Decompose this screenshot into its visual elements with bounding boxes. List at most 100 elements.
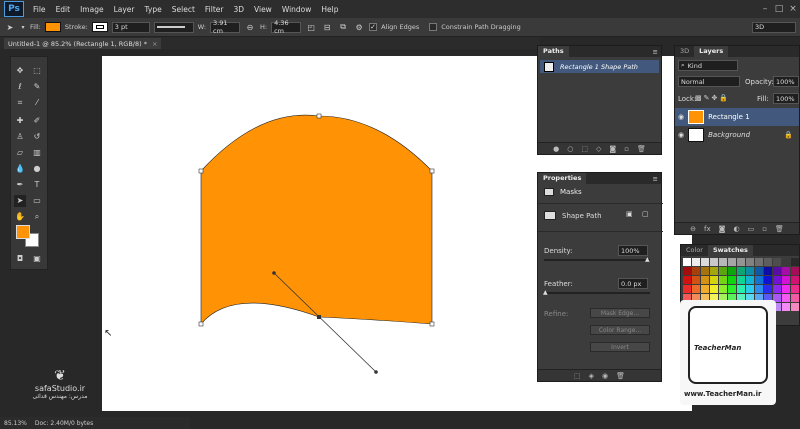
stroke-size-field[interactable]: 3 pt — [111, 21, 150, 33]
tab-swatches[interactable]: Swatches — [707, 245, 753, 256]
tab-properties[interactable]: Properties — [538, 173, 587, 184]
hand-tool-icon[interactable]: ✋ — [14, 211, 26, 223]
new-path-icon[interactable]: ▫ — [624, 145, 629, 153]
lasso-tool-icon[interactable]: ℓ — [14, 81, 26, 93]
color-swatch[interactable] — [737, 276, 745, 284]
color-swatch[interactable] — [746, 276, 754, 284]
color-swatch[interactable] — [737, 285, 745, 293]
close-tab-icon[interactable]: × — [152, 40, 157, 48]
color-swatch[interactable] — [791, 267, 799, 275]
foreground-color-swatch[interactable] — [16, 225, 30, 239]
color-swatch[interactable] — [764, 258, 772, 266]
color-swatch[interactable] — [782, 258, 790, 266]
panel-menu-icon[interactable]: ≡ — [653, 175, 661, 183]
panel-menu-icon[interactable]: ≡ — [653, 48, 661, 56]
fill-swatch[interactable] — [44, 22, 61, 32]
eye-icon[interactable]: ◉ — [678, 113, 684, 121]
history-brush-icon[interactable]: ↺ — [31, 131, 43, 143]
color-swatch[interactable] — [710, 258, 718, 266]
color-swatch[interactable] — [710, 276, 718, 284]
stroke-type-dropdown[interactable] — [153, 21, 194, 33]
menu-edit[interactable]: Edit — [51, 5, 76, 14]
maximize-button[interactable]: □ — [772, 4, 786, 14]
menu-file[interactable]: File — [28, 5, 51, 14]
color-swatch[interactable] — [701, 285, 709, 293]
path-operations-icon[interactable]: ◰ — [305, 23, 317, 32]
gear-icon[interactable]: ⚙ — [353, 23, 365, 32]
color-swatch[interactable] — [692, 267, 700, 275]
load-selection-icon[interactable]: ⬚ — [574, 372, 581, 380]
color-swatch[interactable] — [692, 276, 700, 284]
menu-window[interactable]: Window — [277, 5, 317, 14]
move-tool-icon[interactable]: ✥ — [14, 65, 26, 77]
color-swatch[interactable] — [791, 276, 799, 284]
marquee-tool-icon[interactable]: ⬚ — [31, 65, 43, 77]
color-swatch[interactable] — [755, 258, 763, 266]
fx-icon[interactable]: fx — [704, 225, 711, 233]
type-tool-icon[interactable]: T — [31, 179, 43, 191]
height-field[interactable]: 4.36 cm — [271, 19, 302, 35]
stroke-swatch[interactable] — [91, 22, 108, 32]
eyedropper-tool-icon[interactable]: ⁄ — [31, 97, 43, 109]
color-swatch[interactable] — [701, 258, 709, 266]
add-mask-icon[interactable]: ◙ — [719, 225, 726, 233]
pen-tool-icon[interactable]: ✒ — [14, 179, 26, 191]
color-swatch[interactable] — [683, 267, 691, 275]
color-swatch[interactable] — [746, 258, 754, 266]
screen-mode-icon[interactable]: ▣ — [31, 253, 43, 265]
color-swatch[interactable] — [746, 267, 754, 275]
slider-thumb-icon[interactable]: ▲ — [645, 256, 650, 263]
align-edges-checkbox[interactable]: ✓ — [369, 23, 378, 31]
zoom-level[interactable]: 85.13% — [4, 420, 27, 427]
trash-icon[interactable]: 🗑 — [616, 372, 625, 380]
eye-icon[interactable]: ◉ — [678, 131, 684, 139]
tab-3d[interactable]: 3D — [675, 46, 694, 57]
clone-stamp-icon[interactable]: ♙ — [14, 131, 26, 143]
path-item[interactable]: Rectangle 1 Shape Path — [540, 60, 659, 73]
doc-info[interactable]: Doc: 2.40M/0 bytes — [35, 420, 93, 427]
color-swatch[interactable] — [791, 258, 799, 266]
color-swatch[interactable] — [728, 285, 736, 293]
color-swatch[interactable] — [782, 303, 790, 311]
color-swatch[interactable] — [764, 285, 772, 293]
document-tab[interactable]: Untitled-1 @ 85.2% (Rectangle 1, RGB/8) … — [4, 38, 162, 49]
width-field[interactable]: 3.91 cm — [210, 19, 241, 35]
lock-icons[interactable]: ▩✎✥🔒 — [695, 94, 730, 102]
color-swatch[interactable] — [737, 267, 745, 275]
color-swatch[interactable] — [728, 267, 736, 275]
layer-row[interactable]: ◉ Background 🔒 — [675, 126, 799, 144]
eye-icon[interactable]: ◉ — [602, 372, 608, 380]
color-swatch[interactable] — [773, 276, 781, 284]
workspace-dropdown[interactable]: 3D — [752, 21, 796, 33]
color-swatch[interactable] — [719, 258, 727, 266]
path-arrangement-icon[interactable]: ⧉ — [337, 22, 349, 32]
color-swatch[interactable] — [773, 267, 781, 275]
menu-type[interactable]: Type — [140, 5, 167, 14]
brush-tool-icon[interactable]: ✐ — [31, 115, 43, 127]
minimize-button[interactable]: – — [758, 4, 772, 14]
link-icon[interactable]: ⊖ — [690, 225, 696, 233]
color-swatch[interactable] — [755, 276, 763, 284]
color-swatch[interactable] — [782, 294, 790, 302]
menu-3d[interactable]: 3D — [228, 5, 249, 14]
color-swatch[interactable] — [773, 285, 781, 293]
close-button[interactable]: × — [786, 4, 800, 14]
color-swatch[interactable] — [782, 276, 790, 284]
color-swatch[interactable] — [728, 276, 736, 284]
eraser-tool-icon[interactable]: ▱ — [14, 147, 26, 159]
load-selection-icon[interactable]: ⬚ — [581, 145, 588, 153]
path-selection-tool-icon[interactable]: ➤ — [4, 23, 16, 32]
healing-brush-icon[interactable]: ✚ — [14, 115, 26, 127]
color-swatch[interactable] — [791, 285, 799, 293]
invert-button[interactable]: Invert — [590, 342, 650, 352]
crop-tool-icon[interactable]: ⌗ — [14, 97, 26, 109]
link-icon[interactable]: ⊖ — [244, 23, 256, 32]
tab-paths[interactable]: Paths — [538, 46, 569, 57]
menu-select[interactable]: Select — [167, 5, 200, 14]
blur-tool-icon[interactable]: 💧 — [14, 163, 26, 175]
color-swatch[interactable] — [782, 267, 790, 275]
new-layer-icon[interactable]: ▫ — [762, 225, 767, 233]
constrain-path-checkbox[interactable] — [429, 23, 438, 31]
trash-icon[interactable]: 🗑 — [775, 225, 784, 233]
color-swatch[interactable] — [728, 258, 736, 266]
